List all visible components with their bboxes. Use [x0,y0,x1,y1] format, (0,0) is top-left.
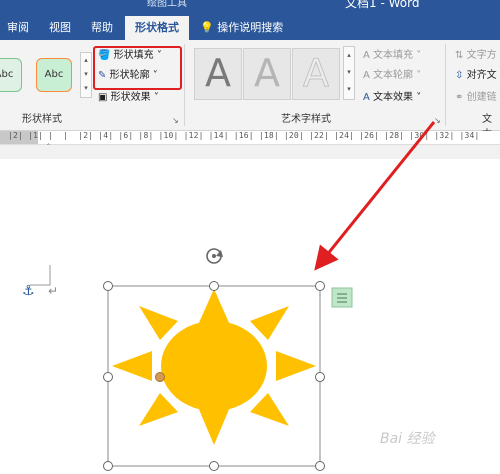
sun-ray [112,351,152,381]
sun-ray [250,393,289,426]
red-arrow [314,121,436,271]
margin-corner-mark [30,265,51,286]
anchor-icon: ⚓ [22,283,35,299]
sun-ray [250,306,289,340]
watermark: Bai 经验 [380,431,435,447]
paragraph-mark: ↵ [48,284,59,298]
sun-ray [276,351,316,381]
rotate-icon[interactable] [206,248,223,264]
document-overlay [30,121,436,471]
sun-ray [139,306,178,340]
sun-ray [198,289,230,325]
sun-ray [139,393,178,426]
adjust-handle[interactable] [155,372,165,382]
sun-ray [198,407,230,445]
sun-shape[interactable] [112,289,316,445]
